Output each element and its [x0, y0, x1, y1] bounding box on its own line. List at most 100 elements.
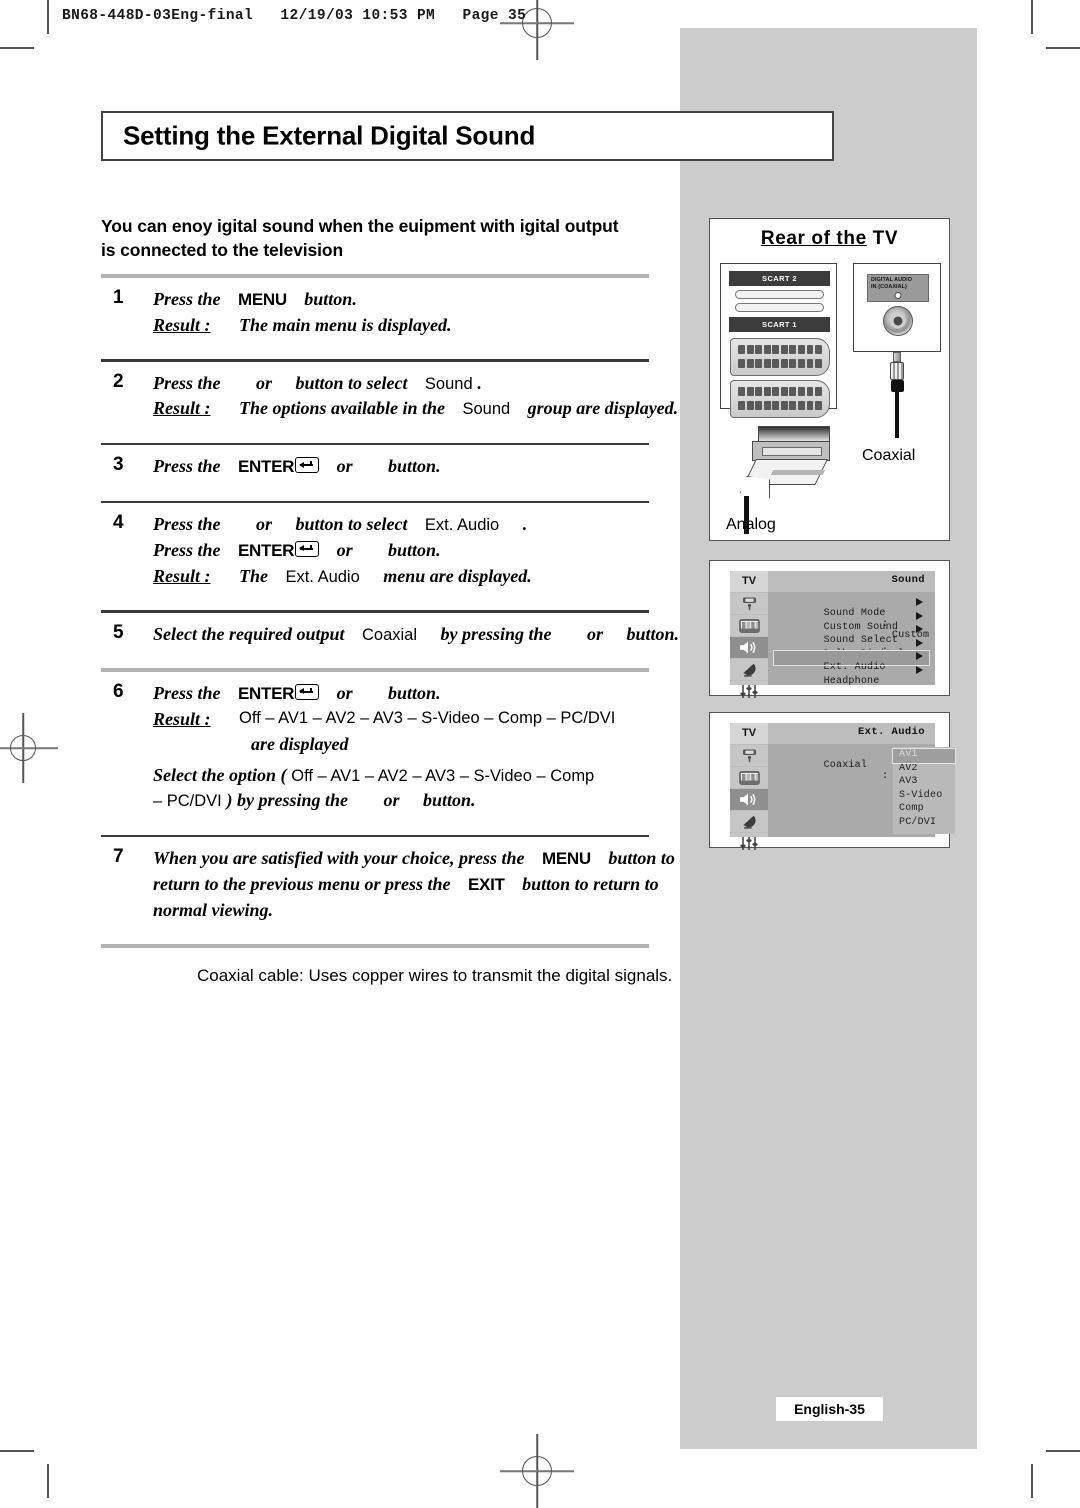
step-6-select-options: Off – AV1 – AV2 – AV3 – S-Video – Comp [291, 766, 595, 785]
scart-slot-bar [735, 290, 824, 299]
step-2-result-osd: Sound [462, 400, 511, 419]
osd-option-av3[interactable]: AV3 [893, 776, 955, 790]
rear-of-tv-heading: Rear of the TV [710, 228, 949, 250]
crop-mark-bottom-right-h [1046, 1450, 1080, 1452]
step-4-or-2: or [336, 540, 353, 561]
osd-row-ext-audio[interactable]: Ext. Audio [773, 650, 930, 673]
step-2-press: Press the [153, 372, 221, 393]
page-number-label: English-35 [794, 1401, 865, 1417]
crop-mark-top-left-h [0, 47, 34, 49]
osd-ext-audio-menu: TV Ext. Audio Coaxial : AV1 AV2 AV3 S-Vi… [709, 712, 956, 850]
digital-audio-in-label: DIGITAL AUDIO IN (COAXIAL) [867, 274, 929, 302]
step-1: 1 Press the MENU button. Result : The ma… [101, 278, 649, 347]
page-title: Setting the External Digital Sound [123, 120, 536, 151]
step-number: 7 [113, 846, 124, 868]
osd-row-custom-sound[interactable]: Custom Sound [774, 611, 929, 633]
osd-row-label: Headphone [823, 675, 880, 687]
step-6-select-b: ) by pressing the [226, 790, 349, 811]
osd-row-sound-mode[interactable]: Sound Mode : Custom [774, 597, 929, 641]
rear-of-tv-panel: Rear of the TV SCART 2 SCART 1 DIGITAL A… [709, 218, 950, 541]
step-6-select-options-2: – PC/DVI [153, 792, 222, 811]
picture-icon[interactable] [730, 766, 768, 788]
step-7-line3: normal viewing. [153, 899, 274, 920]
step-2-suffix: button to select [295, 372, 408, 393]
step-7: 7 When you are satisfied with your choic… [101, 837, 675, 932]
scart-pin-row [738, 345, 823, 354]
input-source-icon[interactable] [730, 592, 768, 614]
sound-icon[interactable] [730, 636, 768, 658]
step-2-result-a: The options available in the [239, 398, 446, 419]
osd-sound-menu: TV Sound Sound Mode : Custom Custom Soun… [709, 560, 950, 698]
crop-mark-top-right-v [1031, 0, 1033, 34]
step-4-press: Press the [153, 514, 221, 535]
osd-row-headphone[interactable]: Headphone [774, 665, 929, 687]
osd-title: Sound [891, 574, 925, 586]
intro-line-2: is connected to the television [101, 239, 344, 260]
osd-option-s-video[interactable]: S-Video [893, 790, 955, 804]
step-3-press: Press the [153, 456, 221, 477]
osd-sidebar: TV [730, 723, 768, 850]
step-7-line2-b: button to return to [522, 873, 659, 894]
setup-sliders-icon[interactable] [730, 832, 768, 854]
step-4-suffix: button to select [295, 514, 408, 535]
scart-pin-row [738, 387, 823, 396]
step-number: 5 [113, 621, 124, 643]
osd-option-comp[interactable]: Comp [893, 803, 955, 817]
step-number: 1 [113, 287, 124, 309]
sound-icon[interactable] [730, 788, 768, 810]
channel-dish-icon[interactable] [730, 658, 768, 680]
step-5-or: or [586, 623, 603, 644]
menu-button-label: MENU [541, 849, 591, 869]
step-3-or: or [336, 456, 353, 477]
intro-paragraph: You can enoy igital sound when the euipm… [101, 215, 716, 262]
step-1-press: Press the [153, 289, 221, 310]
step-6-or: or [336, 683, 353, 704]
rear-of-tv-heading-tail: TV [872, 228, 899, 249]
registration-mark-left [0, 713, 58, 783]
scart-panel: SCART 2 SCART 1 [720, 263, 837, 418]
result-label: Result : [153, 565, 211, 586]
coaxial-jack-icon [883, 306, 913, 336]
rear-of-tv-heading-main: Rear of the [760, 228, 867, 249]
channel-dish-icon[interactable] [730, 810, 768, 832]
step-4-press-2: Press the [153, 540, 221, 561]
result-label: Result : [153, 314, 211, 335]
osd-content: Sound Sound Mode : Custom Custom Sound S… [768, 571, 935, 687]
result-label: Result : [153, 398, 211, 419]
step-6-result-options: Off – AV1 – AV2 – AV3 – S-Video – Comp –… [239, 708, 616, 727]
scart-connector-upper [730, 338, 830, 376]
digital-audio-label-line-2: IN (COAXIAL) [871, 284, 907, 291]
coax-hole-icon [894, 292, 902, 299]
step-5-osd: Coaxial [361, 625, 418, 644]
step-2-period: . [477, 372, 482, 393]
digital-audio-panel: DIGITAL AUDIO IN (COAXIAL) [853, 263, 941, 352]
setup-sliders-icon[interactable] [730, 680, 768, 702]
step-7-line1-a: When you are satisfied with your choice,… [153, 848, 525, 869]
chevron-right-icon [916, 638, 923, 647]
registration-mark-top [500, 0, 574, 60]
step-6-select-or: or [383, 790, 400, 811]
scart-pin-row [738, 359, 823, 368]
step-5: 5 Select the required output Coaxial by … [101, 613, 679, 657]
step-5-text-b: by pressing the [440, 623, 552, 644]
step-4-target: Ext. Audio [424, 516, 500, 535]
step-6-press: Press the [153, 683, 221, 704]
menu-button-label: MENU [237, 290, 287, 310]
page-footer: English-35 [776, 1397, 883, 1421]
enter-button-label: ENTER [237, 457, 295, 477]
chevron-right-icon [916, 665, 923, 674]
step-4-period: . [522, 514, 528, 535]
result-label: Result : [153, 708, 211, 729]
picture-icon[interactable] [730, 614, 768, 636]
scart1-label: SCART 1 [729, 317, 830, 332]
step-6-suffix: button. [388, 683, 441, 704]
osd-option-av1[interactable]: AV1 [892, 748, 956, 764]
enter-key-icon [295, 457, 320, 474]
osd-row-dolby-digital[interactable]: Dolby Digital [774, 638, 929, 660]
osd-option-pc-dvi[interactable]: PC/DVI [893, 817, 955, 831]
osd-title-bar: Sound [768, 571, 935, 592]
step-4-or: or [255, 514, 272, 535]
osd-option-av2[interactable]: AV2 [893, 763, 955, 777]
osd-row-sound-select[interactable]: Sound Select : Main [774, 624, 929, 668]
input-source-icon[interactable] [730, 744, 768, 766]
